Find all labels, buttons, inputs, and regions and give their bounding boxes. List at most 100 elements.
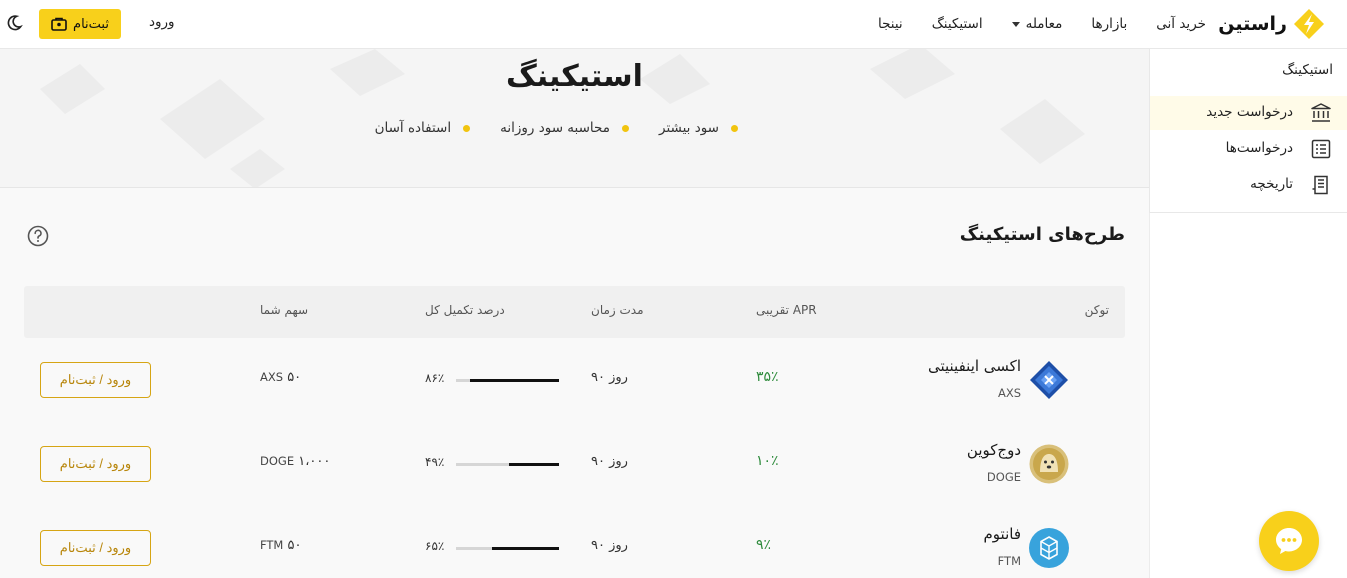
help-icon[interactable] [27,225,49,247]
signup-label: ثبت‌نام [73,16,109,32]
login-signup-button[interactable]: ورود / ثبت‌نام [40,446,151,482]
your-share: DOGE ۱،۰۰۰ [260,454,330,469]
axs-coin-icon [1030,361,1068,399]
nav-label: بازارها [1091,16,1128,32]
nav-staking[interactable]: استیکینگ [932,16,983,32]
user-card-icon [51,17,67,31]
coin-name: فانتوم [983,525,1021,543]
column-header-token: توکن [1084,303,1109,317]
table-row: اکسی اینفینیتی AXS ۳۵٪ روز ۹۰ ۸۶٪ AXS ۵۰… [24,338,1125,422]
share-symbol: FTM [260,538,284,552]
login-link[interactable]: ورود [149,14,175,30]
bullet-dot-icon [731,124,738,132]
nav-ninja[interactable]: نینجا [878,16,903,32]
hero-banner: استیکینگ سود بیشتر محاسبه سود روزانه است… [0,49,1149,188]
duration: روز ۹۰ [591,454,628,469]
login-signup-button[interactable]: ورود / ثبت‌نام [40,530,151,566]
duration: روز ۹۰ [591,538,628,553]
nav-label: استیکینگ [931,16,983,32]
feature-label: سود بیشتر [659,120,719,136]
sidebar-item-label: درخواست جدید [1206,104,1293,120]
receipt-icon [1312,175,1328,195]
sidebar-item-label: تاریخچه [1250,176,1293,192]
nav-markets[interactable]: بازارها [1091,16,1127,32]
coin-symbol: AXS [997,386,1021,400]
apr-value: ۹٪ [756,537,772,553]
nav-label: معامله [1025,16,1063,32]
column-header-apr: APR تقریبی [756,303,817,317]
bullet-dot-icon [622,124,629,132]
signup-button[interactable]: ثبت‌نام [39,9,121,39]
progress-fill [470,379,559,382]
feature-item: محاسبه سود روزانه [500,120,629,136]
duration: روز ۹۰ [591,370,628,385]
completion-progress-bar [456,547,559,550]
sidebar-item-new-request[interactable]: درخواست جدید [1150,96,1347,130]
sidebar-item-history[interactable]: تاریخچه [1150,168,1347,202]
apr-value: ۳۵٪ [756,369,779,385]
progress-fill [492,547,559,550]
duration-unit: روز [609,454,628,469]
completion-progress-bar [456,379,559,382]
column-header-duration: مدت زمان [591,303,644,317]
moon-icon[interactable] [5,14,23,32]
feature-list: سود بیشتر محاسبه سود روزانه استفاده آسان [375,120,738,136]
sidebar-item-label: درخواست‌ها [1225,140,1293,156]
share-symbol: AXS [260,370,284,384]
sidebar-title: استیکینگ [1282,62,1333,78]
top-header: راستین خرید آنی بازارها معامله استیکینگ … [0,0,1347,49]
sidebar: استیکینگ درخواست جدید درخواست‌ها تاریخچه [1149,49,1347,213]
doge-coin-icon [1029,444,1069,484]
coin-symbol: FTM [997,554,1021,568]
nav-label: نینجا [877,16,903,32]
chat-bubble-icon [1276,528,1302,554]
coin-name: دوج‌کوین [966,441,1021,459]
nav-instant-buy[interactable]: خرید آنی [1156,16,1206,32]
table-row: فانتوم FTM ۹٪ روز ۹۰ ۶۵٪ FTM ۵۰ ورود / ث… [24,506,1125,578]
table-header: توکن APR تقریبی مدت زمان درصد تکمیل کل س… [24,286,1125,338]
main-nav: خرید آنی بازارها معامله استیکینگ نینجا [878,0,1206,48]
login-signup-button[interactable]: ورود / ثبت‌نام [40,362,151,398]
section-title: طرح‌های استیکینگ [959,224,1125,245]
share-value: ۵۰ [287,370,302,385]
share-symbol: DOGE [260,454,295,468]
feature-item: سود بیشتر [659,120,738,136]
support-chat-button[interactable] [1259,511,1319,571]
sidebar-item-requests[interactable]: درخواست‌ها [1150,132,1347,166]
page-title: استیکینگ [506,59,643,94]
duration-value: ۹۰ [591,370,605,385]
progress-fill [508,463,559,466]
column-header-share: سهم شما [260,303,309,317]
apr-value: ۱۰٪ [756,453,779,469]
duration-value: ۹۰ [591,454,605,469]
duration-unit: روز [609,538,628,553]
feature-label: محاسبه سود روزانه [500,120,610,136]
completion-percent: ۸۶٪ [425,371,445,385]
feature-item: استفاده آسان [375,120,471,136]
share-value: ۱،۰۰۰ [298,454,331,469]
feature-label: استفاده آسان [374,120,452,136]
column-header-completion: درصد تکمیل کل [425,303,505,317]
your-share: FTM ۵۰ [260,538,301,553]
logo[interactable]: راستین [1218,8,1325,40]
chevron-down-icon [1011,21,1020,27]
staking-plans-panel: طرح‌های استیکینگ توکن APR تقریبی مدت زما… [0,188,1149,578]
nav-label: خرید آنی [1156,16,1206,32]
coin-name: اکسی اینفینیتی [927,357,1021,375]
logo-text: راستین [1218,13,1287,35]
share-value: ۵۰ [287,538,302,553]
logo-mark-icon [1294,9,1324,39]
coin-symbol: DOGE [986,470,1021,484]
nav-trade[interactable]: معامله [1011,16,1063,32]
completion-progress-bar [456,463,559,466]
completion-percent: ۴۹٪ [425,455,445,469]
your-share: AXS ۵۰ [260,370,301,385]
sidebar-divider [1149,213,1150,578]
ftm-coin-icon [1029,528,1069,568]
bullet-dot-icon [463,124,471,132]
bank-icon [1311,103,1331,122]
table-row: دوج‌کوین DOGE ۱۰٪ روز ۹۰ ۴۹٪ DOGE ۱،۰۰۰ … [24,422,1125,506]
duration-unit: روز [609,370,628,385]
completion-percent: ۶۵٪ [425,539,445,553]
list-icon [1311,139,1331,159]
